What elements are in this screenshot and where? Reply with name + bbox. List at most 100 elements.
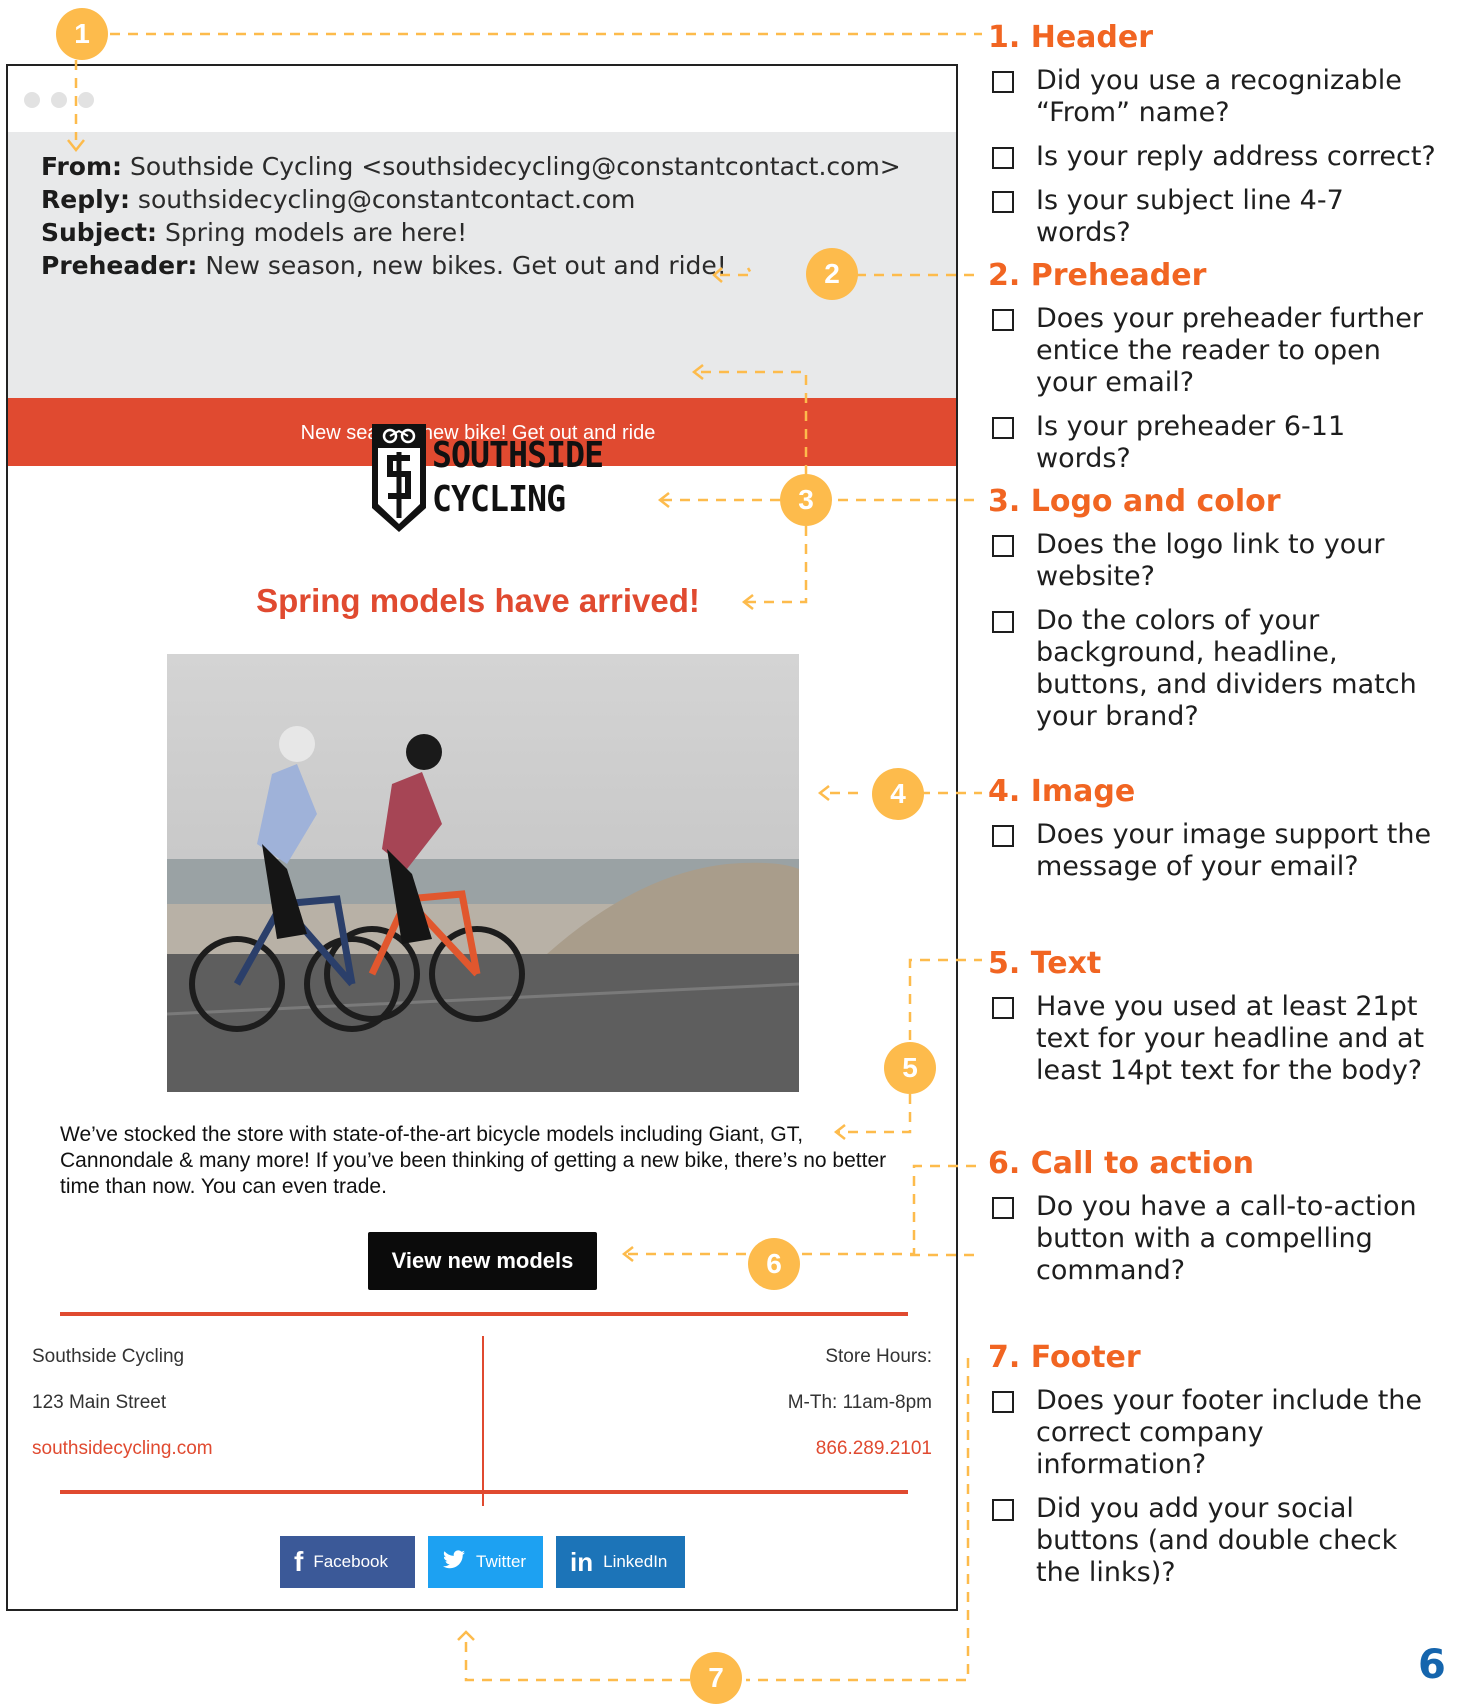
checklist-logo-color: 3. Logo and color Does the logo link to …: [988, 484, 1436, 745]
reply-value: southsidecycling@constantcontact.com: [129, 185, 636, 214]
checkbox-icon[interactable]: [992, 417, 1014, 439]
item-text: Did you add your social buttons (and dou…: [1036, 1493, 1398, 1588]
checkbox-icon[interactable]: [992, 1391, 1014, 1413]
logo-wordmark: SOUTHSIDE CYCLING: [432, 434, 604, 522]
checkbox-icon[interactable]: [992, 997, 1014, 1019]
subject-value: Spring models are here!: [157, 218, 468, 247]
hero-image: [167, 654, 799, 1092]
checklist-item[interactable]: Does your footer include the correct com…: [988, 1385, 1436, 1481]
page-number: 6: [1418, 1642, 1446, 1688]
linkedin-label: LinkedIn: [603, 1552, 668, 1571]
facebook-button[interactable]: f Facebook: [280, 1536, 415, 1588]
checkbox-icon[interactable]: [992, 535, 1014, 557]
item-text: Does your preheader further entice the r…: [1036, 303, 1423, 398]
email-preview: New season, new bike! Get out and ride F…: [6, 64, 958, 1611]
shield-logo-icon: [372, 424, 426, 532]
preheader-line: Preheader: New season, new bikes. Get ou…: [41, 249, 901, 282]
checklist-image: 4. Image Does your image support the mes…: [988, 774, 1436, 895]
item-text: Have you used at least 21pt text for you…: [1036, 991, 1425, 1086]
window-dot: [78, 92, 94, 108]
window-controls: [24, 92, 94, 108]
preheader-label: Preheader:: [41, 251, 198, 280]
section-title: 5. Text: [988, 946, 1102, 981]
email-headline: Spring models have arrived!: [256, 582, 700, 619]
checklist-header: 1. Header Did you use a recognizable “Fr…: [988, 20, 1436, 261]
checklist-footer: 7. Footer Does your footer include the c…: [988, 1340, 1436, 1601]
item-text: Is your subject line 4-7 words?: [1036, 185, 1344, 248]
view-models-button[interactable]: View new models: [368, 1232, 597, 1290]
subject-label: Subject:: [41, 218, 157, 247]
linkedin-icon: in: [570, 1546, 594, 1577]
checkbox-icon[interactable]: [992, 147, 1014, 169]
item-text: Do the colors of your background, headli…: [1036, 605, 1417, 732]
item-text: Do you have a call-to-action button with…: [1036, 1191, 1417, 1286]
footer-hours-label: Store Hours:: [825, 1346, 932, 1367]
envelope-lines: From: Southside Cycling <southsidecyclin…: [41, 150, 901, 282]
from-line: From: Southside Cycling <southsidecyclin…: [41, 150, 901, 183]
logo-line-2: CYCLING: [432, 479, 566, 520]
checklist-item[interactable]: Does the logo link to your website?: [988, 529, 1436, 593]
logo-line-1: SOUTHSIDE: [432, 435, 604, 476]
footer-phone-link[interactable]: 866.289.2101: [816, 1438, 932, 1460]
checklist-item[interactable]: Is your preheader 6-11 words?: [988, 411, 1436, 475]
checkbox-icon[interactable]: [992, 1499, 1014, 1521]
badge-7: 7: [690, 1652, 742, 1704]
checkbox-icon[interactable]: [992, 1197, 1014, 1219]
twitter-label: Twitter: [476, 1552, 527, 1571]
brand-logo[interactable]: SOUTHSIDE CYCLING: [370, 422, 615, 542]
section-title: 6. Call to action: [988, 1146, 1255, 1181]
badge-5: 5: [884, 1042, 936, 1094]
checklist-item[interactable]: Do the colors of your background, headli…: [988, 605, 1436, 733]
section-title: 1. Header: [988, 20, 1154, 55]
subject-line: Subject: Spring models are here!: [41, 216, 901, 249]
item-text: Does your footer include the correct com…: [1036, 1385, 1423, 1480]
facebook-icon: f: [294, 1546, 304, 1577]
window-dot: [24, 92, 40, 108]
linkedin-button[interactable]: in LinkedIn: [556, 1536, 685, 1588]
twitter-icon: [442, 1549, 466, 1575]
body-copy: We’ve stocked the store with state-of-th…: [60, 1123, 887, 1198]
window-dot: [51, 92, 67, 108]
from-value: Southside Cycling <southsidecycling@cons…: [122, 152, 901, 181]
item-text: Does the logo link to your website?: [1036, 529, 1385, 592]
reply-line: Reply: southsidecycling@constantcontact.…: [41, 183, 901, 216]
footer-hours: M-Th: 11am-8pm: [787, 1392, 932, 1413]
checkbox-icon[interactable]: [992, 191, 1014, 213]
badge-4: 4: [872, 768, 924, 820]
checklist-item[interactable]: Is your subject line 4-7 words?: [988, 185, 1436, 249]
checkbox-icon[interactable]: [992, 825, 1014, 847]
checklist-item[interactable]: Does your preheader further entice the r…: [988, 303, 1436, 399]
badge-2: 2: [806, 248, 858, 300]
twitter-button[interactable]: Twitter: [428, 1536, 543, 1588]
checkbox-icon[interactable]: [992, 611, 1014, 633]
checklist-item[interactable]: Does your image support the message of y…: [988, 819, 1436, 883]
footer-address: 123 Main Street: [32, 1392, 167, 1413]
reply-label: Reply:: [41, 185, 130, 214]
preheader-value: New season, new bikes. Get out and ride!: [197, 251, 727, 280]
footer-website-link[interactable]: southsidecycling.com: [32, 1438, 213, 1460]
facebook-label: Facebook: [313, 1552, 388, 1571]
from-label: From:: [41, 152, 123, 181]
item-text: Is your preheader 6-11 words?: [1036, 411, 1346, 474]
checklist-cta: 6. Call to action Do you have a call-to-…: [988, 1146, 1436, 1299]
checkbox-icon[interactable]: [992, 71, 1014, 93]
checklist-text: 5. Text Have you used at least 21pt text…: [988, 946, 1436, 1099]
footer-company: Southside Cycling: [32, 1346, 185, 1367]
badge-6: 6: [748, 1238, 800, 1290]
checklist-item[interactable]: Did you use a recognizable “From” name?: [988, 65, 1436, 129]
section-title: 3. Logo and color: [988, 484, 1281, 519]
checklist-item[interactable]: Have you used at least 21pt text for you…: [988, 991, 1436, 1087]
checklist-item[interactable]: Did you add your social buttons (and dou…: [988, 1493, 1436, 1589]
item-text: Is your reply address correct?: [1036, 141, 1436, 172]
checklist-preheader: 2. Preheader Does your preheader further…: [988, 258, 1436, 487]
badge-3: 3: [780, 474, 832, 526]
section-title: 2. Preheader: [988, 258, 1207, 293]
badge-1: 1: [56, 8, 108, 60]
footer-divider-vertical: [482, 1336, 484, 1506]
section-title: 7. Footer: [988, 1340, 1141, 1375]
checklist-item[interactable]: Is your reply address correct?: [988, 141, 1436, 173]
checkbox-icon[interactable]: [992, 309, 1014, 331]
item-text: Does your image support the message of y…: [1036, 819, 1432, 882]
section-title: 4. Image: [988, 774, 1136, 809]
checklist-item[interactable]: Do you have a call-to-action button with…: [988, 1191, 1436, 1287]
